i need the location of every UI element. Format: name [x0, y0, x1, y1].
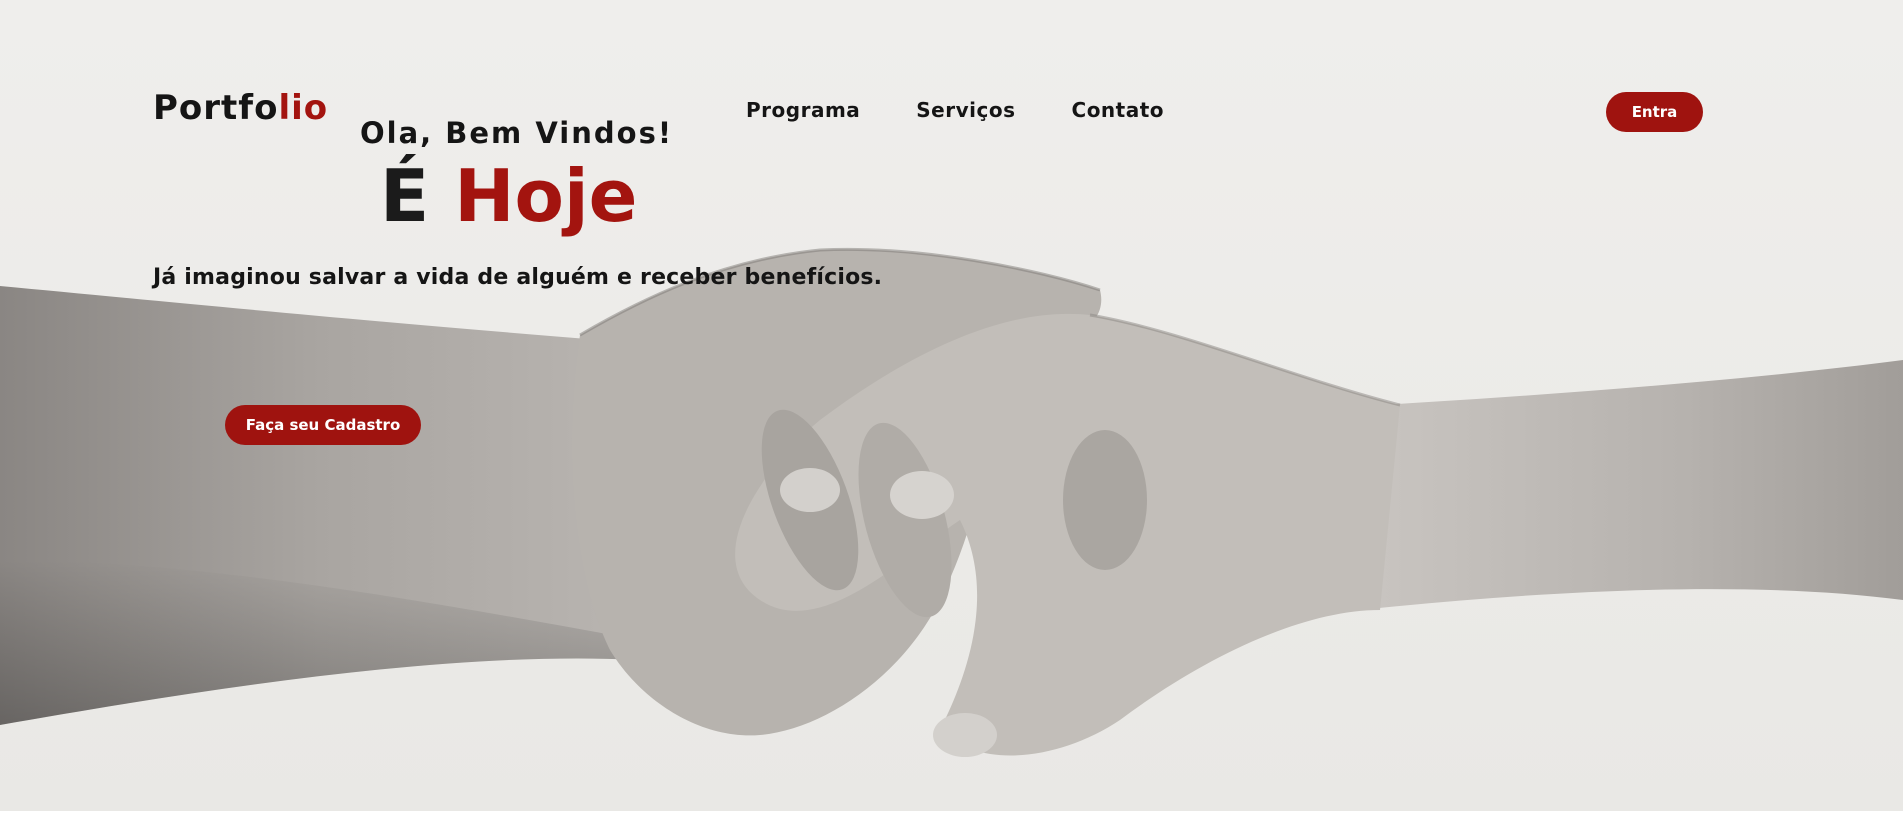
logo-main: Portfo — [153, 88, 279, 128]
nav-item-contato[interactable]: Contato — [1072, 98, 1165, 122]
headline-main: É — [380, 154, 430, 238]
logo-accent: lio — [278, 88, 329, 128]
hero-greeting: Ola, Bem Vindos! — [360, 116, 674, 150]
hero-headline: É Hoje — [380, 160, 638, 232]
headline-accent: Hoje — [454, 154, 638, 238]
hero-section: Portfolio Programa Serviços Contato Entr… — [0, 0, 1903, 811]
nav-item-programa[interactable]: Programa — [746, 98, 860, 122]
hero-tagline: Já imaginou salvar a vida de alguém e re… — [153, 265, 883, 290]
nav-item-servicos[interactable]: Serviços — [916, 98, 1015, 122]
site-logo[interactable]: Portfolio — [153, 88, 328, 128]
login-button[interactable]: Entra — [1606, 92, 1703, 132]
signup-button[interactable]: Faça seu Cadastro — [225, 405, 421, 445]
main-nav: Programa Serviços Contato — [746, 98, 1164, 122]
